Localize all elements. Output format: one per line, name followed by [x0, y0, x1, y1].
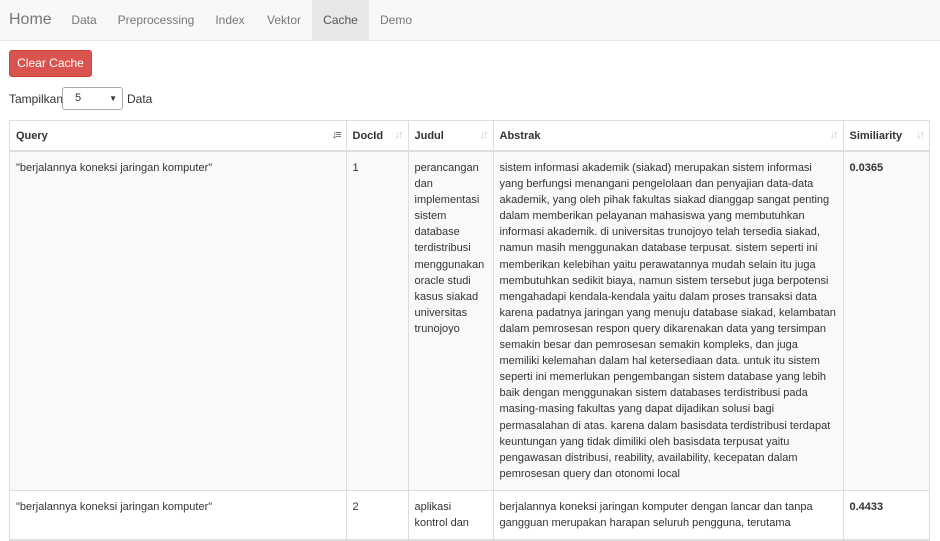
cell-query: "berjalannya koneksi jaringan komputer" — [10, 151, 347, 491]
cell-abstrak: sistem informasi akademik (siakad) merup… — [493, 151, 844, 491]
cell-similarity: 0.0365 — [843, 151, 929, 491]
nav-preprocessing[interactable]: Preprocessing — [108, 0, 204, 40]
column-header-label: DocId — [352, 129, 384, 142]
cell-docid: 1 — [346, 151, 409, 491]
column-header-label: Judul — [414, 129, 444, 142]
clear-cache-button[interactable]: Clear Cache — [9, 50, 92, 77]
column-header-judul[interactable]: Judul ↓↑ — [408, 121, 494, 152]
brand-link[interactable]: Home — [9, 0, 52, 40]
column-header-label: Abstrak — [499, 129, 541, 142]
sort-icon: ↓↑ — [394, 129, 404, 141]
length-suffix-label: Data — [127, 92, 153, 106]
sort-icon: ↓↑ — [916, 129, 925, 141]
column-header-similarity[interactable]: Similiarity ↓↑ — [843, 121, 929, 152]
column-header-label: Query — [16, 129, 48, 142]
column-header-abstrak[interactable]: Abstrak ↓↑ — [493, 121, 844, 152]
cell-similarity: 0.4433 — [843, 490, 929, 541]
cell-judul: aplikasi kontrol dan — [408, 490, 494, 541]
sort-icon: ↓↑ — [829, 129, 839, 141]
page-length-select[interactable]: 5 ▼ — [62, 87, 123, 110]
nav-data[interactable]: Data — [60, 0, 108, 40]
sort-icon: ↓↑ — [479, 129, 489, 141]
nav-demo[interactable]: Demo — [369, 0, 423, 40]
nav-vektor[interactable]: Vektor — [256, 0, 312, 40]
column-header-query[interactable]: Query ↓≡ — [10, 121, 347, 152]
nav-index[interactable]: Index — [204, 0, 256, 40]
table-row: "berjalannya koneksi jaringan komputer" … — [10, 490, 929, 541]
page-length-value: 5 — [75, 92, 82, 104]
cell-judul: perancangan dan implementasi sistem data… — [408, 151, 494, 491]
cell-docid: 2 — [346, 490, 409, 541]
table-row: "berjalannya koneksi jaringan komputer" … — [10, 151, 929, 491]
table-header-row: Query ↓≡ DocId ↓↑ Judul ↓↑ Abstrak ↓↑ Si… — [10, 121, 929, 152]
cache-table: Query ↓≡ DocId ↓↑ Judul ↓↑ Abstrak ↓↑ Si… — [9, 120, 930, 541]
column-header-label: Similiarity — [849, 129, 903, 142]
chevron-down-icon: ▼ — [109, 94, 117, 103]
navbar: Home Data Preprocessing Index Vektor Cac… — [0, 0, 940, 41]
sort-ascending-icon: ↓≡ — [331, 129, 342, 141]
length-prefix-label: Tampilkan — [9, 92, 64, 106]
cell-query: "berjalannya koneksi jaringan komputer" — [10, 490, 347, 541]
column-header-docid[interactable]: DocId ↓↑ — [346, 121, 409, 152]
cell-abstrak: berjalannya koneksi jaringan komputer de… — [493, 490, 844, 541]
nav-cache[interactable]: Cache — [312, 0, 369, 40]
